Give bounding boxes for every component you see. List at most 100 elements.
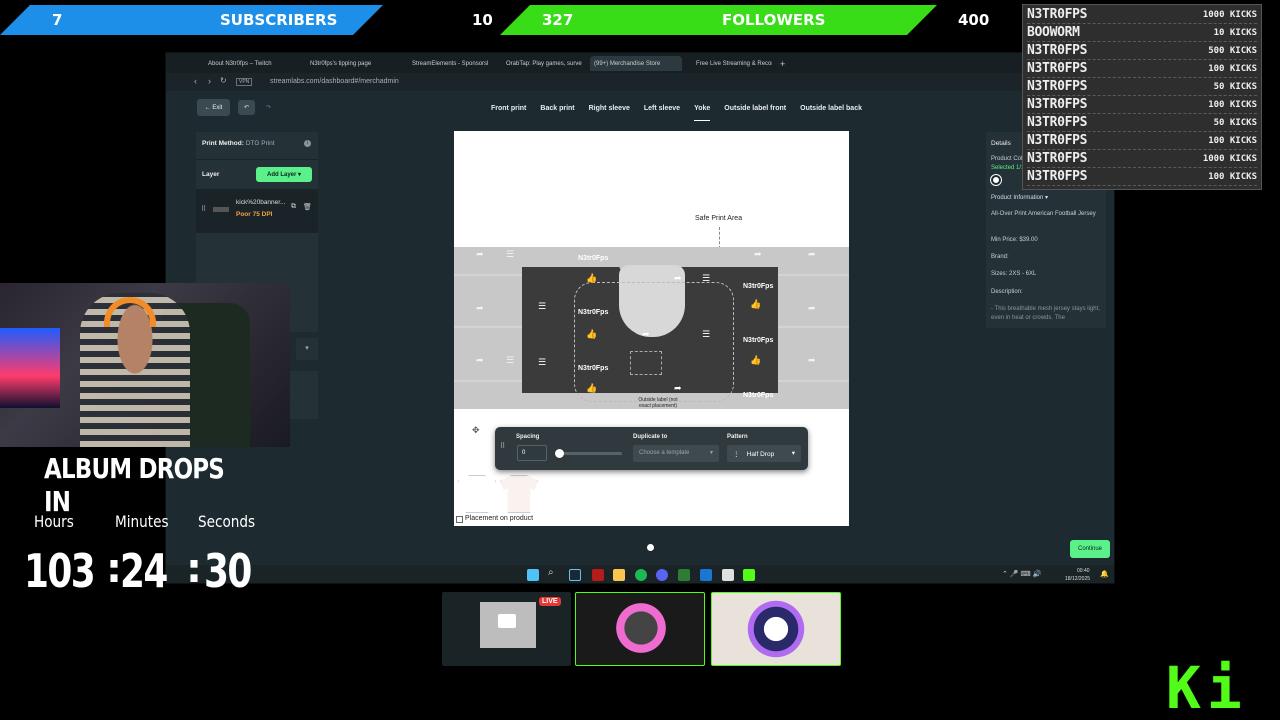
- svg-text:☰: ☰: [538, 302, 546, 312]
- spacing-slider[interactable]: [555, 449, 622, 458]
- steam-icon[interactable]: [569, 569, 581, 581]
- print-method-label: Print Method:: [202, 140, 244, 147]
- step-indicator[interactable]: [647, 544, 654, 551]
- back-icon[interactable]: ‹: [194, 76, 197, 86]
- tab-outside-label-back[interactable]: Outside label back: [800, 105, 862, 121]
- address-bar[interactable]: ‹ › ↻ VPN streamlabs.com/dashboard#/merc…: [166, 73, 1114, 91]
- seconds-label: Seconds: [198, 512, 256, 531]
- clock-time[interactable]: 00:40: [1077, 568, 1090, 574]
- forward-icon[interactable]: ›: [208, 76, 211, 86]
- tab-right-sleeve[interactable]: Right sleeve: [589, 105, 630, 121]
- spotify-icon[interactable]: [635, 569, 647, 581]
- spacing-label: Spacing: [516, 434, 540, 440]
- toolbox-drag-icon[interactable]: ⠿: [500, 442, 505, 450]
- windows-taskbar: ⌕ ⌃ 🎤 ⌨ 🔊 00:40 18/12/2025 🔔: [166, 565, 1114, 583]
- print-canvas-top[interactable]: Safe Print Area: [454, 131, 849, 249]
- countdown-hours: 103: [24, 544, 96, 598]
- trash-icon[interactable]: 🗑: [303, 203, 312, 211]
- placement-label: Placement on product: [465, 515, 534, 522]
- continue-button[interactable]: Continue: [1070, 540, 1110, 558]
- followers-label: FOLLOWERS: [722, 11, 826, 29]
- svg-text:☰: ☰: [538, 358, 546, 368]
- move-icon[interactable]: ✥: [472, 425, 480, 436]
- donation-amount: 100 KICKS: [1208, 171, 1257, 182]
- snip-icon[interactable]: [722, 569, 734, 581]
- list-item: N3TR0FPS 100 KICKS: [1027, 132, 1257, 150]
- list-item: N3TR0FPS 50 KICKS: [1027, 78, 1257, 96]
- terminal-icon[interactable]: [678, 569, 690, 581]
- browser-tab[interactable]: N3tr0fps's tipping page: [306, 56, 396, 71]
- yoke-print-area[interactable]: ➦➦➦ ➦➦➦ ➦➦➦ ☰☰ N3tr0Fps N3tr0Fps N3tr0Fp…: [454, 247, 849, 409]
- drag-handle-icon[interactable]: ⠿: [201, 205, 206, 213]
- webcam-feed: [0, 283, 290, 447]
- folder-icon[interactable]: [613, 569, 625, 581]
- tab-front-print[interactable]: Front print: [491, 105, 526, 121]
- arrow-left-icon: ←: [204, 104, 213, 111]
- donation-amount: 100 KICKS: [1208, 63, 1257, 74]
- product-info-label: Product Information: [991, 195, 1044, 201]
- svg-text:➦: ➦: [674, 274, 682, 284]
- url-text[interactable]: streamlabs.com/dashboard#/merchadmin: [270, 78, 399, 85]
- tshirt-back-thumbnail[interactable]: [500, 475, 538, 513]
- tab-outside-label-front[interactable]: Outside label front: [724, 105, 786, 121]
- color-swatch[interactable]: [991, 175, 1001, 185]
- browser-tab-active[interactable]: (99+) Merchandise Store: [590, 56, 682, 71]
- list-item: N3TR0FPS 100 KICKS: [1027, 168, 1257, 186]
- donation-amount: 1000 KICKS: [1202, 153, 1257, 164]
- exit-button[interactable]: ← Exit: [197, 99, 230, 116]
- photos-icon[interactable]: [700, 569, 712, 581]
- pattern-select[interactable]: ⋮ Half Drop ▾: [727, 445, 801, 462]
- subs-current: 7: [52, 11, 63, 29]
- windows-start-icon[interactable]: [527, 569, 539, 581]
- add-layer-button[interactable]: Add Layer ▾: [256, 167, 312, 182]
- chevron-down-icon: ▾: [791, 450, 795, 457]
- list-item: N3TR0FPS 100 KICKS: [1027, 96, 1257, 114]
- subscriber-goal-bar: 7 SUBSCRIBERS: [0, 5, 383, 35]
- notification-icon[interactable]: 🔔: [1100, 570, 1109, 578]
- tab-yoke[interactable]: Yoke: [694, 105, 711, 121]
- pattern-icon: ⋮: [733, 451, 740, 458]
- pattern-label: Pattern: [727, 434, 748, 440]
- duplicate-icon[interactable]: ⧉: [291, 203, 296, 211]
- tab-back-print[interactable]: Back print: [540, 105, 574, 121]
- slider-handle[interactable]: [555, 449, 564, 458]
- browser-tab[interactable]: About N3tr0fps – Twitch: [204, 56, 296, 71]
- tray-icons[interactable]: ⌃ 🎤 ⌨ 🔊: [1002, 570, 1041, 578]
- app-icon[interactable]: [592, 569, 604, 581]
- layer-item[interactable]: ⠿ kick%20banner... Poor 75 DPI ⧉ 🗑: [196, 189, 318, 233]
- selected-count: Selected 1/1: [991, 165, 1025, 171]
- placement-checkbox[interactable]: [456, 516, 463, 523]
- app-green-icon[interactable]: [743, 569, 755, 581]
- layer-heading: Layer: [202, 171, 220, 178]
- donor-name: BOOWORM: [1027, 25, 1080, 40]
- print-method-value: DTG Print: [245, 140, 275, 147]
- avatar-thumbnail-1[interactable]: [575, 592, 705, 666]
- side-panel-lower: [290, 371, 318, 419]
- browser-tab[interactable]: StreamElements - Sponsorships: [408, 56, 488, 71]
- browser-tab[interactable]: Free Live Streaming & Recording: [692, 56, 772, 71]
- vpn-badge[interactable]: VPN: [236, 78, 253, 86]
- clock-date[interactable]: 18/12/2025: [1065, 576, 1090, 582]
- undo-button[interactable]: ↶: [238, 100, 255, 115]
- tshirt-front-thumbnail[interactable]: [458, 475, 496, 513]
- chevron-down-icon[interactable]: ▾: [1045, 195, 1048, 201]
- screen-preview-thumbnail[interactable]: LIVE: [442, 592, 571, 666]
- hours-label: Hours: [34, 512, 74, 531]
- search-icon[interactable]: ⌕: [548, 567, 560, 579]
- redo-button[interactable]: ↷: [260, 100, 277, 115]
- print-method[interactable]: Print Method: DTG Print: [202, 140, 275, 147]
- avatar-thumbnail-2[interactable]: [711, 592, 841, 666]
- new-tab-button[interactable]: +: [776, 56, 788, 71]
- info-icon[interactable]: i: [304, 140, 311, 147]
- tab-left-sleeve[interactable]: Left sleeve: [644, 105, 680, 121]
- discord-icon[interactable]: [656, 569, 668, 581]
- layer-thumbnail: [213, 207, 229, 212]
- spacing-input[interactable]: 0: [517, 445, 547, 461]
- browser-tab-bar: About N3tr0fps – Twitch N3tr0fps's tippi…: [166, 53, 1114, 73]
- svg-text:👍: 👍: [586, 328, 597, 340]
- duplicate-select[interactable]: Choose a template ▾: [633, 445, 719, 462]
- reload-icon[interactable]: ↻: [220, 76, 227, 85]
- donor-name: N3TR0FPS: [1027, 79, 1088, 94]
- browser-tab[interactable]: OrabTap: Play games, surveys: [502, 56, 582, 71]
- side-dropdown[interactable]: ▾: [296, 338, 318, 360]
